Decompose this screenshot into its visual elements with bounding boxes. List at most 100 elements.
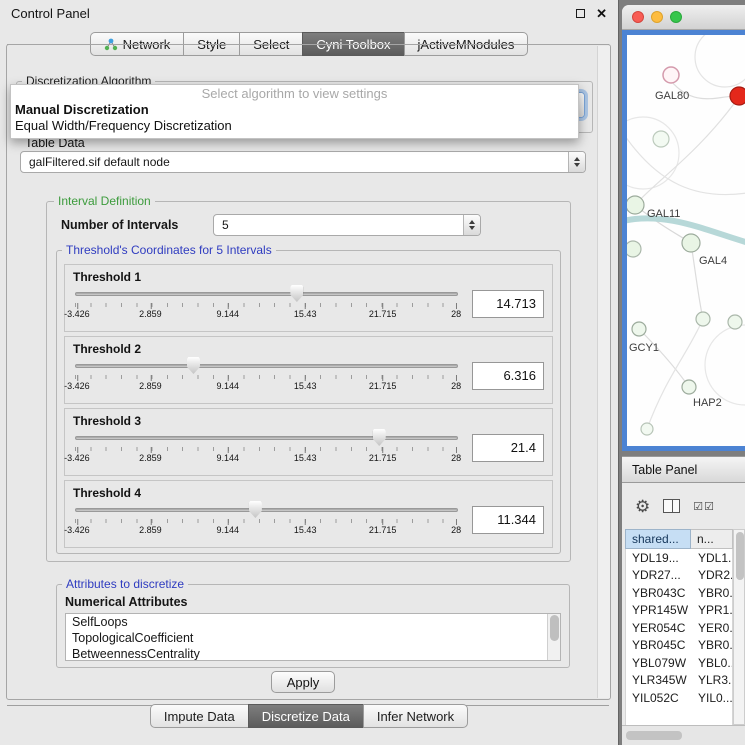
network-edge-arc	[705, 325, 745, 405]
scrollbar-thumb[interactable]	[736, 532, 744, 580]
network-node[interactable]	[696, 312, 710, 326]
threshold-1-slider[interactable]	[73, 285, 460, 302]
network-node[interactable]	[641, 423, 653, 435]
apply-button[interactable]: Apply	[271, 671, 335, 693]
tab-infer-network[interactable]: Infer Network	[363, 704, 468, 728]
tick-label: -3.426	[64, 453, 90, 463]
table-header-row: shared... n...	[625, 529, 733, 549]
tick-label: 28	[451, 381, 461, 391]
table-row[interactable]: YBL079WYBL0...	[626, 654, 732, 672]
table-row[interactable]: YDL19...YDL1...	[626, 549, 732, 567]
slider-thumb[interactable]	[249, 501, 262, 518]
gear-icon[interactable]: ⚙	[635, 498, 650, 515]
dropdown-option-equal-width-frequency[interactable]: Equal Width/Frequency Discretization	[11, 118, 578, 134]
list-item[interactable]: BetweennessCentrality	[66, 646, 560, 661]
window-title: Control Panel	[11, 6, 90, 21]
threshold-3-slider[interactable]	[73, 429, 460, 446]
network-node[interactable]	[627, 241, 641, 257]
slider-track[interactable]	[75, 292, 458, 296]
threshold-label: Threshold 1	[73, 270, 544, 285]
tick-label: -3.426	[64, 309, 90, 319]
threshold-2-slider[interactable]	[73, 357, 460, 374]
threshold-3-panel: Threshold 3 -3.426 2.859 9.144 15.43	[64, 408, 553, 476]
threshold-3-value-field[interactable]: 21.4	[472, 434, 544, 462]
tick-label: 9.144	[217, 525, 240, 535]
tab-impute-data[interactable]: Impute Data	[150, 704, 248, 728]
number-of-intervals-value: 5	[222, 215, 229, 235]
slider-track[interactable]	[75, 508, 458, 512]
tick-label: 21.715	[369, 381, 397, 391]
float-window-icon[interactable]	[576, 9, 585, 18]
columns-icon[interactable]	[663, 499, 680, 513]
minor-ticks	[75, 447, 458, 451]
network-node[interactable]	[632, 322, 646, 336]
threshold-label: Threshold 4	[73, 486, 544, 501]
scrollbar-thumb[interactable]	[626, 731, 682, 740]
panel-scrollbar[interactable]	[597, 46, 610, 698]
tick-label: 9.144	[217, 453, 240, 463]
network-node[interactable]	[682, 234, 700, 252]
node-label: HAP2	[693, 397, 722, 409]
slider-thumb[interactable]	[290, 285, 303, 302]
table-row[interactable]: YLR345WYLR3...	[626, 672, 732, 690]
close-icon[interactable]: ✕	[596, 7, 607, 20]
column-header-shared-name[interactable]: shared...	[625, 529, 691, 549]
cell-name: YIL0...	[692, 691, 732, 705]
tab-label: Infer Network	[377, 709, 454, 724]
slider-ruler: -3.426 2.859 9.144 15.43 21.715 28	[73, 519, 460, 539]
control-panel-titlebar: Control Panel ✕	[0, 0, 618, 27]
cell-name: YLR3...	[692, 673, 732, 687]
network-view[interactable]: GAL80 GAL11 GAL4 GCY1 HAP2	[622, 30, 745, 451]
threshold-1-panel: Threshold 1 -3.426 2.859 9.144 15.43	[64, 264, 553, 332]
network-node[interactable]	[663, 67, 679, 83]
slider-thumb[interactable]	[187, 357, 200, 374]
close-traffic-light-icon[interactable]	[632, 11, 644, 23]
network-node-selected[interactable]	[730, 87, 745, 105]
scrollbar-thumb[interactable]	[550, 615, 559, 641]
threshold-4-slider[interactable]	[73, 501, 460, 518]
tab-label: Impute Data	[164, 709, 235, 724]
table-horizontal-scrollbar[interactable]	[622, 725, 745, 745]
table-row[interactable]: YER054CYER0...	[626, 619, 732, 637]
dropdown-option-manual-discretization[interactable]: Manual Discretization	[11, 102, 578, 118]
tick-label: 15.43	[294, 381, 317, 391]
table-vertical-scrollbar[interactable]	[733, 529, 745, 725]
slider-track[interactable]	[75, 364, 458, 368]
table-row[interactable]: YIL052CYIL0...	[626, 689, 732, 707]
zoom-traffic-light-icon[interactable]	[670, 11, 682, 23]
slider-ruler: -3.426 2.859 9.144 15.43 21.715 28	[73, 303, 460, 323]
slider-thumb[interactable]	[373, 429, 386, 446]
list-item[interactable]: SelfLoops	[66, 614, 560, 630]
network-node[interactable]	[627, 196, 644, 214]
number-of-intervals-select[interactable]: 5	[213, 214, 481, 236]
threshold-2-value-field[interactable]: 6.316	[472, 362, 544, 390]
tick-label: 21.715	[369, 453, 397, 463]
select-columns-icon[interactable]: ☑☑	[693, 500, 715, 513]
tab-label: Discretize Data	[262, 709, 350, 724]
table-toolbar: ⚙ ☑☑	[622, 483, 733, 529]
node-label: GAL11	[647, 208, 680, 220]
threshold-4-value-field[interactable]: 11.344	[472, 506, 544, 534]
table-row[interactable]: YDR27...YDR2...	[626, 567, 732, 585]
minimize-traffic-light-icon[interactable]	[651, 11, 663, 23]
table-panel-title: Table Panel	[632, 463, 697, 477]
network-node[interactable]	[653, 131, 669, 147]
slider-track[interactable]	[75, 436, 458, 440]
threshold-4-panel: Threshold 4 -3.426 2.859 9.144 15.43	[64, 480, 553, 548]
tab-discretize-data[interactable]: Discretize Data	[248, 704, 363, 728]
table-row[interactable]: YPR145WYPR1...	[626, 602, 732, 620]
tick-label: 21.715	[369, 525, 397, 535]
list-scrollbar[interactable]	[547, 614, 560, 660]
network-node[interactable]	[682, 380, 696, 394]
network-window: GAL80 GAL11 GAL4 GCY1 HAP2	[622, 5, 745, 451]
slider-ruler: -3.426 2.859 9.144 15.43 21.715 28	[73, 375, 460, 395]
table-data-select[interactable]: galFiltered.sif default node	[20, 151, 586, 173]
column-header-name[interactable]: n...	[691, 529, 733, 549]
table-body: YDL19...YDL1... YDR27...YDR2... YBR043CY…	[625, 549, 733, 725]
threshold-1-value-field[interactable]: 14.713	[472, 290, 544, 318]
table-row[interactable]: YBR045CYBR0...	[626, 637, 732, 655]
list-item[interactable]: TopologicalCoefficient	[66, 630, 560, 646]
network-node[interactable]	[728, 315, 742, 329]
table-row[interactable]: YBR043CYBR0...	[626, 584, 732, 602]
tick-label: 28	[451, 525, 461, 535]
